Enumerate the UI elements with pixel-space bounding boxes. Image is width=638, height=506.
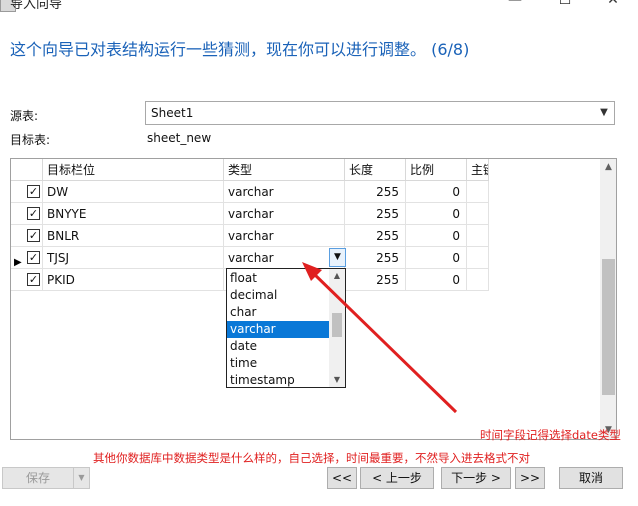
annotation-tip-bottom: 其他你数据库中数据类型是什么样的，自己选择，时间最重要，不然导入进去格式不对 xyxy=(93,451,530,465)
header-type: 类型 xyxy=(224,159,345,181)
row-selector[interactable]: ✓ xyxy=(11,181,43,203)
include-checkbox[interactable]: ✓ xyxy=(27,273,40,286)
grid-vertical-scrollbar[interactable]: ▲ ▼ xyxy=(600,159,616,439)
include-checkbox[interactable]: ✓ xyxy=(27,229,40,242)
scroll-down-icon[interactable]: ▼ xyxy=(329,373,345,387)
next-step-button[interactable]: 下一步 > xyxy=(441,467,511,489)
field-name-cell[interactable]: BNLR xyxy=(43,225,224,247)
primary-key-cell[interactable] xyxy=(467,181,489,203)
type-dropdown-list[interactable]: float decimal char varchar date time tim… xyxy=(226,268,346,388)
table-row[interactable]: ✓ BNYYE varchar 255 0 xyxy=(11,203,601,225)
header-field: 目标栏位 xyxy=(43,159,224,181)
target-label: 目标表: xyxy=(10,133,51,147)
header-length: 长度 xyxy=(345,159,406,181)
wizard-heading: 这个向导已对表结构运行一些猜测，现在你可以进行调整。 (6/8) xyxy=(10,40,470,59)
type-option-date[interactable]: date xyxy=(227,338,329,355)
dropdown-scrollbar[interactable]: ▲ ▼ xyxy=(329,269,345,387)
header-scale: 比例 xyxy=(406,159,467,181)
primary-key-cell[interactable] xyxy=(467,225,489,247)
primary-key-cell[interactable] xyxy=(467,269,489,291)
scroll-up-icon[interactable]: ▲ xyxy=(329,269,345,283)
minimize-button[interactable]: — xyxy=(505,0,525,8)
save-button[interactable]: 保存 xyxy=(2,467,74,489)
last-step-button[interactable]: >> xyxy=(515,467,545,489)
window-title: 导入向导 xyxy=(10,0,63,12)
first-step-button[interactable]: << xyxy=(327,467,357,489)
scale-cell[interactable]: 0 xyxy=(406,181,467,203)
grid-header: 目标栏位 类型 长度 比例 主键 xyxy=(11,159,601,181)
length-cell[interactable]: 255 xyxy=(345,269,406,291)
field-name-cell[interactable]: TJSJ xyxy=(43,247,224,269)
close-button[interactable]: ✕ xyxy=(603,0,623,8)
scale-cell[interactable]: 0 xyxy=(406,203,467,225)
row-selector[interactable]: ✓ xyxy=(11,225,43,247)
type-cell[interactable]: varchar xyxy=(224,203,345,225)
chevron-down-icon: ▼ xyxy=(600,107,608,118)
table-row-current[interactable]: ▶ ✓ TJSJ varchar 255 0 xyxy=(11,247,601,269)
include-checkbox[interactable]: ✓ xyxy=(27,185,40,198)
scroll-thumb[interactable] xyxy=(602,259,615,395)
type-option-time[interactable]: time xyxy=(227,355,329,372)
type-option-decimal[interactable]: decimal xyxy=(227,287,329,304)
primary-key-cell[interactable] xyxy=(467,203,489,225)
primary-key-cell[interactable] xyxy=(467,247,489,269)
row-selector[interactable]: ▶ ✓ xyxy=(11,247,43,269)
scale-cell[interactable]: 0 xyxy=(406,247,467,269)
field-name-cell[interactable]: DW xyxy=(43,181,224,203)
header-primary-key: 主键 xyxy=(467,159,489,181)
length-cell[interactable]: 255 xyxy=(345,181,406,203)
cancel-button[interactable]: 取消 xyxy=(559,467,623,489)
chevron-down-icon: ▼ xyxy=(78,473,85,482)
annotation-tip-right: 时间字段记得选择date类型 xyxy=(480,428,621,442)
chevron-down-icon: ▼ xyxy=(334,252,341,262)
type-option-varchar[interactable]: varchar xyxy=(227,321,329,338)
scale-cell[interactable]: 0 xyxy=(406,269,467,291)
current-row-pointer-icon: ▶ xyxy=(14,257,22,268)
type-combo[interactable]: varchar xyxy=(224,247,345,269)
title-bar: 导入向导 — ☐ ✕ xyxy=(0,0,638,14)
scroll-up-icon[interactable]: ▲ xyxy=(600,159,616,176)
table-row[interactable]: ✓ DW varchar 255 0 xyxy=(11,181,601,203)
type-cell[interactable]: varchar xyxy=(224,225,345,247)
type-dropdown-button[interactable]: ▼ xyxy=(329,248,346,267)
length-cell[interactable]: 255 xyxy=(345,247,406,269)
type-cell[interactable]: varchar xyxy=(224,181,345,203)
scroll-thumb[interactable] xyxy=(332,313,342,337)
source-label: 源表: xyxy=(10,109,39,123)
row-selector[interactable]: ✓ xyxy=(11,269,43,291)
header-row-selector xyxy=(11,159,43,181)
target-table-value: sheet_new xyxy=(147,131,212,145)
type-option-float[interactable]: float xyxy=(227,270,329,287)
length-cell[interactable]: 255 xyxy=(345,203,406,225)
include-checkbox[interactable]: ✓ xyxy=(27,207,40,220)
include-checkbox[interactable]: ✓ xyxy=(27,251,40,264)
row-selector[interactable]: ✓ xyxy=(11,203,43,225)
length-cell[interactable]: 255 xyxy=(345,225,406,247)
type-option-char[interactable]: char xyxy=(227,304,329,321)
maximize-button[interactable]: ☐ xyxy=(555,0,575,8)
prev-step-button[interactable]: < 上一步 xyxy=(360,467,434,489)
save-options-dropdown[interactable]: ▼ xyxy=(73,467,90,489)
field-name-cell[interactable]: PKID xyxy=(43,269,224,291)
scale-cell[interactable]: 0 xyxy=(406,225,467,247)
field-name-cell[interactable]: BNYYE xyxy=(43,203,224,225)
type-option-timestamp[interactable]: timestamp xyxy=(227,372,329,387)
table-row[interactable]: ✓ BNLR varchar 255 0 xyxy=(11,225,601,247)
source-table-select[interactable]: Sheet1 ▼ xyxy=(145,101,615,125)
source-table-value: Sheet1 xyxy=(151,106,194,120)
